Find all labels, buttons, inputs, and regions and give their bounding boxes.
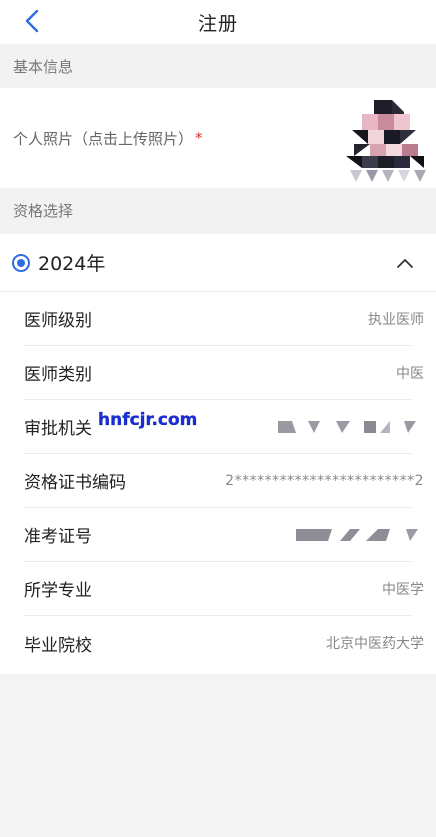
nav-bar: 注册 <box>0 0 436 44</box>
chevron-up-icon[interactable] <box>396 254 414 272</box>
row-doctor-category: 医师类别 中医 <box>24 346 424 400</box>
section-header-basic-info: 基本信息 <box>0 44 436 88</box>
radio-selected-dot <box>17 258 25 267</box>
row-label: 医师级别 <box>24 311 92 331</box>
row-admission-ticket: 准考证号 <box>24 508 418 562</box>
row-graduate-school: 毕业院校 北京中医药大学 <box>24 616 424 670</box>
row-major: 所学专业 中医学 <box>24 562 424 616</box>
row-label: 资格证书编码 <box>24 473 126 493</box>
row-label: 准考证号 <box>24 527 92 547</box>
row-approval-authority: 审批机关 <box>24 400 416 454</box>
required-mark: * <box>195 129 203 147</box>
redacted-value <box>296 528 418 541</box>
row-label: 医师类别 <box>24 365 92 385</box>
row-label: 所学专业 <box>24 581 92 601</box>
year-label: 2024年 <box>38 253 106 275</box>
watermark-text: hnfcjr.com <box>98 410 198 430</box>
row-value: 2************************2 <box>225 472 424 489</box>
year-selector-row[interactable]: 2024年 <box>0 234 436 292</box>
redacted-value <box>278 420 416 433</box>
qualification-details: 医师级别 执业医师 医师类别 中医 审批机关 资格证书编码 2*********… <box>0 292 436 674</box>
chevron-left-icon <box>25 9 39 33</box>
year-radio-button[interactable] <box>12 253 30 272</box>
photo-label: 个人照片（点击上传照片） <box>13 129 194 148</box>
photo-thumbnail[interactable] <box>344 92 430 184</box>
photo-upload-row[interactable]: 个人照片（点击上传照片） * <box>0 88 436 188</box>
row-value: 中医 <box>396 365 424 382</box>
row-doctor-level: 医师级别 执业医师 <box>24 292 424 346</box>
page-title: 注册 <box>197 12 238 35</box>
row-value: 执业医师 <box>368 311 424 328</box>
row-value: 北京中医药大学 <box>326 636 424 652</box>
row-label: 审批机关 <box>24 419 92 439</box>
back-button[interactable] <box>18 7 46 35</box>
section-header-qualification: 资格选择 <box>0 188 436 232</box>
row-certificate-number: 资格证书编码 2************************2 <box>24 454 424 508</box>
row-label: 毕业院校 <box>24 635 92 656</box>
row-value: 中医学 <box>382 581 424 598</box>
